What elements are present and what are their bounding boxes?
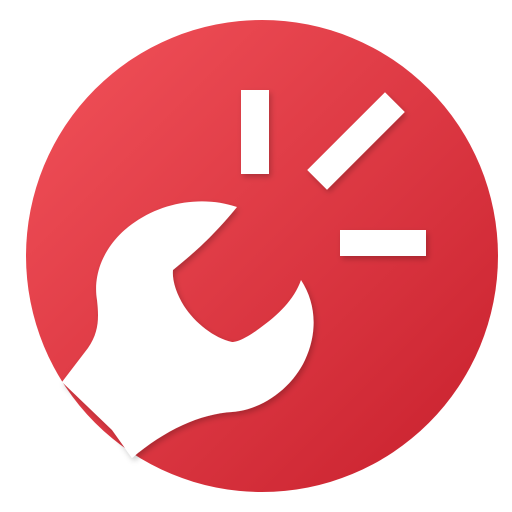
- wrench-repair-icon: [26, 20, 498, 492]
- app-icon: [0, 0, 512, 512]
- spark-line-horizontal: [340, 230, 426, 256]
- spark-line-vertical: [241, 90, 269, 174]
